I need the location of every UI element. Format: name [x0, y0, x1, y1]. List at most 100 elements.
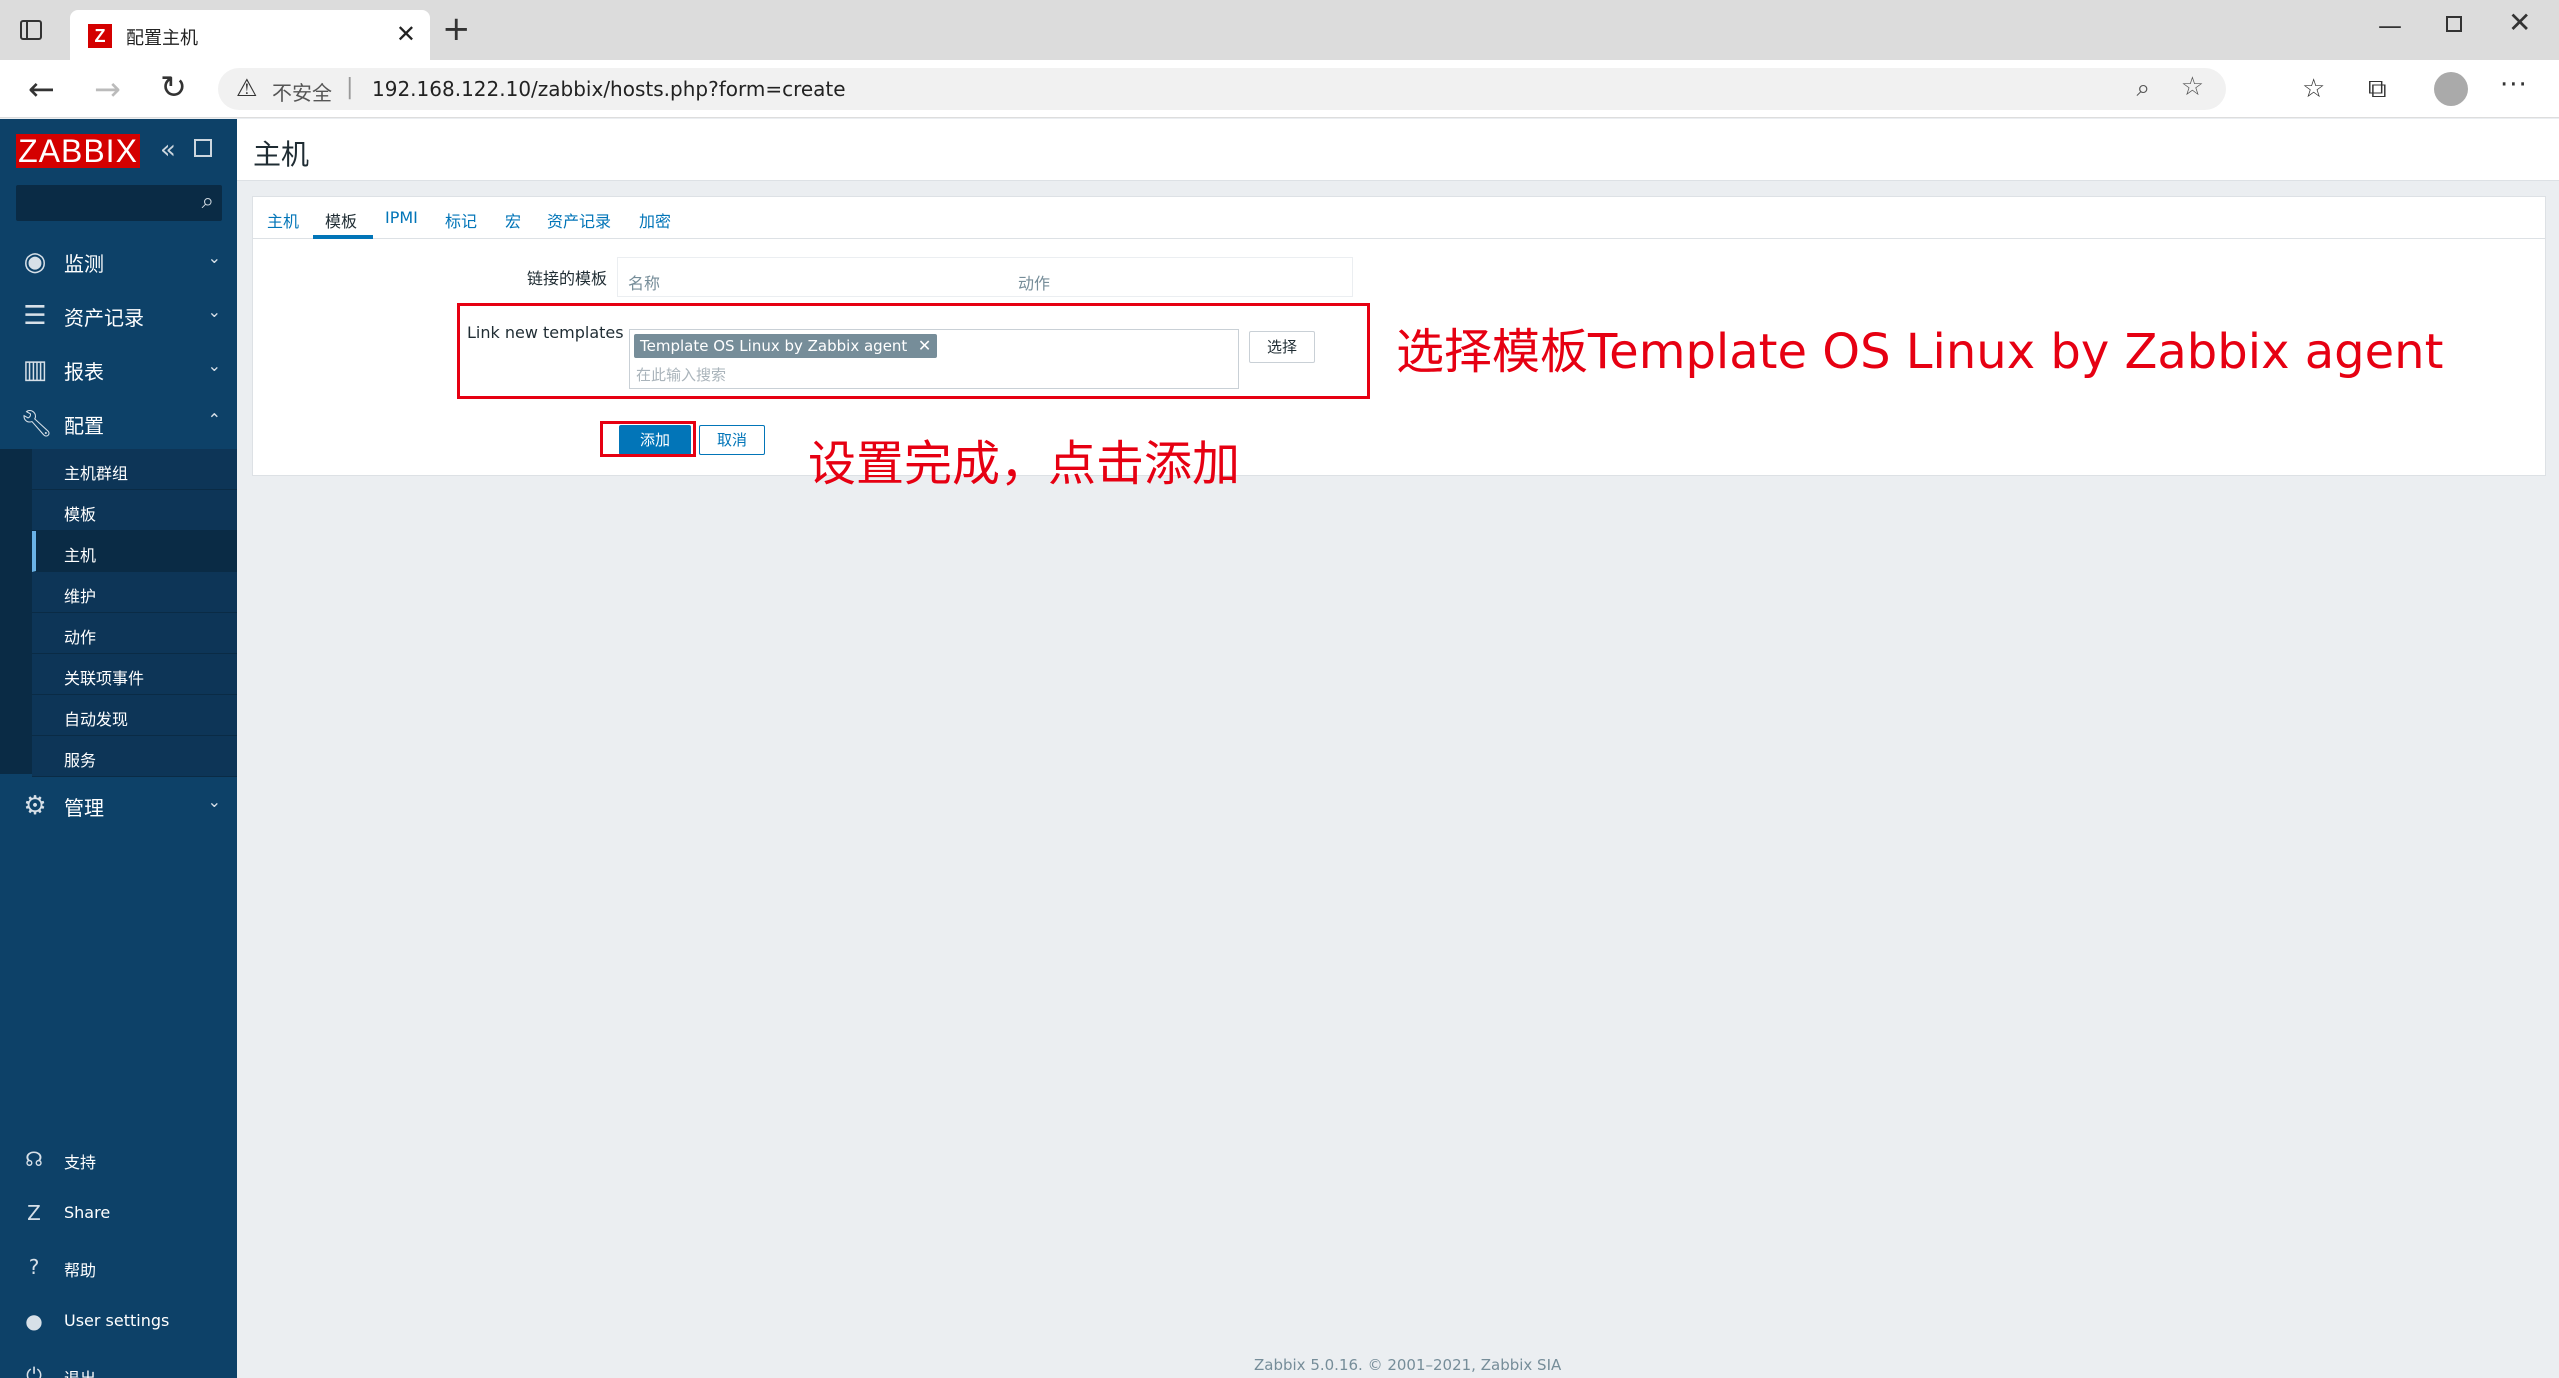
annotation-text-click-add: 设置完成，点击添加	[808, 436, 1241, 492]
cancel-button[interactable]: 取消	[699, 425, 765, 455]
util-user-settings[interactable]: ● User settings	[0, 1295, 237, 1347]
util-label: 支持	[64, 1153, 97, 1172]
submenu-label: 主机	[64, 546, 97, 565]
menu-inventory[interactable]: ☰ 资产记录 ⌄	[0, 287, 237, 341]
list-icon: ☰	[23, 301, 47, 331]
url-text[interactable]: 192.168.122.10/zabbix/hosts.php?form=cre…	[372, 77, 846, 101]
submenu-label: 关联项事件	[64, 669, 145, 688]
wrench-icon: 🔧︎	[20, 409, 54, 439]
submenu-host-groups[interactable]: 主机群组	[32, 449, 237, 490]
sidebar-search-input[interactable]: ⌕	[16, 185, 222, 221]
util-help[interactable]: ? 帮助	[0, 1241, 237, 1293]
tab-inventory[interactable]: 资产记录	[547, 208, 611, 232]
zoom-icon[interactable]: ⌕	[2137, 74, 2150, 102]
tab-templates[interactable]: 模板	[325, 208, 357, 232]
submenu-label: 主机群组	[64, 464, 129, 483]
menu-label: 资产记录	[64, 306, 144, 330]
submenu-label: 维护	[64, 587, 97, 606]
util-label: Share	[64, 1203, 111, 1222]
annotation-box-add	[600, 421, 696, 457]
user-icon: ●	[25, 1309, 43, 1333]
tab-actions-icon[interactable]	[20, 20, 42, 40]
menu-label: 监测	[64, 252, 104, 276]
reload-icon[interactable]: ↻	[160, 68, 187, 106]
linked-templates-label: 链接的模板	[526, 269, 607, 288]
browser-tab-bar: Z 配置主机 ✕ + — ✕	[0, 0, 2559, 60]
forward-icon[interactable]: →	[94, 70, 121, 108]
browser-tab[interactable]: Z 配置主机 ✕	[70, 10, 430, 60]
url-separator: |	[346, 75, 354, 100]
chevron-down-icon: ⌄	[207, 302, 221, 321]
minimize-icon[interactable]: —	[2378, 12, 2402, 40]
menu-reports[interactable]: ▥ 报表 ⌄	[0, 341, 237, 395]
favorites-icon[interactable]: ☆	[2302, 74, 2325, 104]
tab-macros[interactable]: 宏	[505, 208, 521, 232]
annotation-text-select-template: 选择模板Template OS Linux by Zabbix agent	[1396, 324, 2444, 380]
submenu-hosts[interactable]: 主机	[32, 531, 237, 572]
tab-title: 配置主机	[126, 28, 198, 49]
chevron-down-icon: ⌄	[207, 248, 221, 267]
tab-close-icon[interactable]: ✕	[396, 20, 416, 48]
url-field[interactable]: ⚠ 不安全 | 192.168.122.10/zabbix/hosts.php?…	[218, 68, 2226, 110]
column-header-name: 名称	[628, 274, 661, 293]
more-menu-icon[interactable]: ···	[2500, 70, 2528, 100]
back-icon[interactable]: ←	[28, 70, 55, 108]
maximize-icon[interactable]	[2446, 16, 2462, 32]
util-sign-out[interactable]: ⏻ 退出	[0, 1349, 237, 1378]
sidebar: ZABBIX « ⌕ ◉ 监测 ⌄ ☰ 资产记录 ⌄ ▥ 报表 ⌄ 🔧︎ 配置 …	[0, 119, 237, 1378]
page-title: 主机	[253, 138, 310, 171]
menu-label: 配置	[64, 414, 104, 438]
util-label: 退出	[64, 1365, 96, 1378]
active-tab-indicator	[313, 235, 373, 239]
linked-templates-table: 名称 动作	[617, 257, 1353, 297]
submenu-actions[interactable]: 动作	[32, 613, 237, 654]
collections-icon[interactable]: ⧉	[2368, 74, 2387, 105]
new-tab-button[interactable]: +	[442, 12, 471, 46]
collapse-sidebar-icon[interactable]: «	[160, 135, 176, 165]
eye-icon: ◉	[23, 247, 47, 277]
column-header-action: 动作	[1018, 274, 1051, 293]
menu-label: 报表	[64, 360, 104, 384]
tab-encryption[interactable]: 加密	[639, 208, 671, 232]
util-share[interactable]: Z Share	[0, 1187, 237, 1239]
submenu-label: 动作	[64, 628, 97, 647]
submenu-discovery[interactable]: 自动发现	[32, 695, 237, 736]
zabbix-favicon-icon: Z	[88, 24, 112, 48]
warning-icon[interactable]: ⚠	[236, 74, 258, 102]
power-icon: ⏻	[26, 1363, 42, 1378]
submenu-label: 自动发现	[64, 710, 129, 729]
menu-monitoring[interactable]: ◉ 监测 ⌄	[0, 233, 237, 287]
submenu-label: 模板	[64, 505, 97, 524]
window-close-icon[interactable]: ✕	[2508, 6, 2531, 39]
tab-ipmi[interactable]: IPMI	[385, 208, 418, 227]
search-icon[interactable]: ⌕	[202, 189, 214, 214]
tab-tags[interactable]: 标记	[445, 208, 477, 232]
help-icon: ?	[28, 1255, 40, 1279]
submenu-templates[interactable]: 模板	[32, 490, 237, 531]
annotation-box-templates	[457, 303, 1370, 399]
form-tabs: 主机 模板 IPMI 标记 宏 资产记录 加密	[253, 197, 2545, 239]
gear-icon: ⚙	[23, 791, 47, 821]
add-favorite-icon[interactable]: ☆	[2181, 72, 2204, 102]
menu-administration[interactable]: ⚙ 管理 ⌄	[0, 777, 237, 831]
address-bar: ← → ↻ ⚠ 不安全 | 192.168.122.10/zabbix/host…	[0, 60, 2559, 118]
util-label: User settings	[64, 1311, 170, 1330]
submenu-label: 服务	[64, 751, 97, 770]
security-label[interactable]: 不安全	[272, 77, 332, 106]
profile-avatar[interactable]	[2434, 72, 2468, 106]
chevron-down-icon: ⌄	[207, 356, 221, 375]
kiosk-mode-icon[interactable]	[194, 139, 212, 157]
configuration-submenu: 主机群组 模板 主机 维护 动作 关联项事件 自动发现 服务	[0, 449, 237, 777]
menu-configuration[interactable]: 🔧︎ 配置 ⌃	[0, 395, 237, 449]
submenu-services[interactable]: 服务	[32, 736, 237, 777]
tab-host[interactable]: 主机	[267, 208, 299, 232]
chevron-down-icon: ⌄	[207, 792, 221, 811]
submenu-event-correlation[interactable]: 关联项事件	[32, 654, 237, 695]
footer-copyright: Zabbix 5.0.16. © 2001–2021, Zabbix SIA	[1254, 1356, 1562, 1374]
zabbix-logo[interactable]: ZABBIX	[16, 134, 140, 168]
submenu-maintenance[interactable]: 维护	[32, 572, 237, 613]
headset-icon: ☊	[25, 1147, 43, 1171]
page-header: 主机	[237, 119, 2559, 181]
util-support[interactable]: ☊ 支持	[0, 1133, 237, 1185]
menu-label: 管理	[64, 796, 104, 820]
